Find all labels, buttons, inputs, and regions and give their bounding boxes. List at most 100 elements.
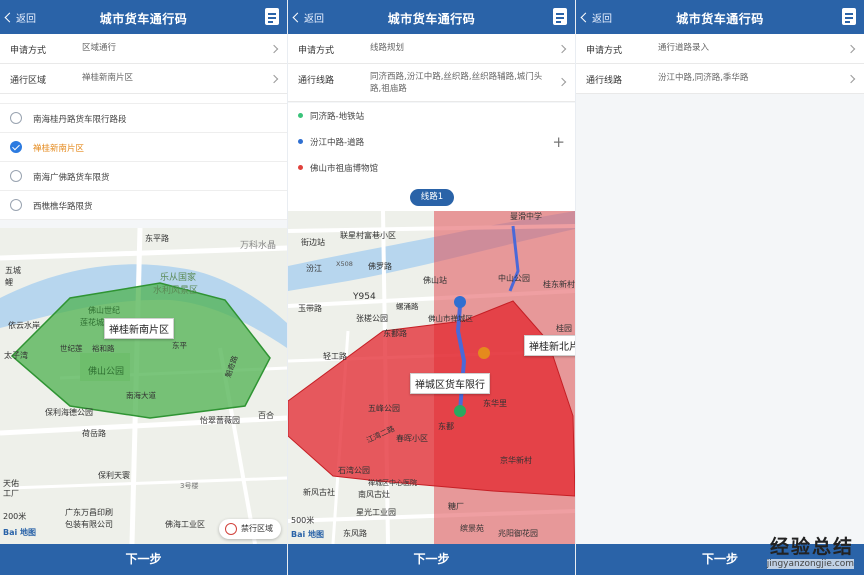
zone-option[interactable]: 西樵樵华路限货	[0, 191, 287, 220]
page-title: 城市货车通行码	[99, 12, 188, 26]
next-button[interactable]: 下一步	[0, 544, 287, 575]
map-label: 兆阳御花园	[498, 528, 538, 538]
radio-icon	[10, 170, 22, 182]
map-view[interactable]: 街边站 联星村富巷小区 曼滑中学 X508 佛罗路 汾江 中山公园 佛山站 Y9…	[288, 211, 575, 544]
apply-method-row[interactable]: 申请方式 区域通行	[0, 34, 287, 64]
zone-option[interactable]: 禅桂新南片区	[0, 133, 287, 162]
chevron-right-icon	[269, 44, 279, 54]
map-label: 工厂	[3, 489, 19, 498]
route-stop[interactable]: 同济路-地铁站	[288, 103, 575, 129]
map-label: 桂东新村	[543, 279, 575, 289]
route-stop[interactable]: 佛山市祖庙博物馆	[288, 155, 575, 181]
screen-road-entry: 返回 城市货车通行码 申请方式 通行道路录入 通行线路 汾江中路,同济路,季华路…	[576, 0, 864, 575]
map-label: 佛山站	[423, 275, 447, 285]
watermark-title: 经验总结	[769, 536, 854, 558]
chevron-right-icon	[269, 74, 279, 84]
option-label: 南海桂丹路货车限行路段	[33, 115, 127, 125]
zone-value: 禅桂新南片区	[82, 73, 134, 83]
stop-label: 佛山市祖庙博物馆	[310, 164, 379, 174]
screen-route-planning: 返回 城市货车通行码 申请方式 线路规划 通行线路 同济西路,汾江中路,丝织路,…	[288, 0, 575, 575]
route-stop[interactable]: 汾江中路-道路 +	[288, 129, 575, 155]
map-scale: 200米	[3, 512, 27, 521]
document-icon[interactable]	[842, 8, 856, 25]
map-label: 佛山市禅城区	[428, 313, 473, 323]
map-label: 水利风景区	[153, 284, 198, 296]
apply-method-row[interactable]: 申请方式 通行道路录入	[576, 34, 864, 64]
map-label: 鲤	[5, 277, 13, 287]
map-label: 广东万昌印刷	[65, 507, 113, 517]
map-label: 星光工业园	[356, 507, 396, 517]
zone-label: 通行区域	[10, 76, 47, 86]
route-label: 通行线路	[586, 76, 623, 86]
route-tab[interactable]: 线路1	[410, 189, 454, 206]
map-view[interactable]: 东平路 万科水晶 乐从国家 水利风景区 佛山世纪 莲花城市 依云水岸 世纪莲 裕…	[0, 228, 287, 544]
add-stop-icon[interactable]: +	[552, 133, 565, 151]
baidu-logo: Bai 地图	[3, 528, 37, 537]
watermark: 经验总结 jingyanzongjie.com	[766, 532, 854, 569]
next-button[interactable]: 下一步	[288, 544, 575, 575]
map-label: 3号楼	[180, 481, 198, 490]
chevron-right-icon	[557, 77, 567, 87]
zone-row[interactable]: 通行区域 禅桂新南片区	[0, 64, 287, 94]
map-label: 佛海工业区	[165, 519, 205, 529]
map-canvas[interactable]: 东平路 万科水晶 乐从国家 水利风景区 佛山世纪 莲花城市 依云水岸 世纪莲 裕…	[0, 228, 287, 544]
zone-option[interactable]: 南海桂丹路货车限行路段	[0, 104, 287, 133]
no-entry-icon	[225, 523, 237, 535]
map-label: 石湾公园	[338, 465, 370, 475]
map-label: 曼滑中学	[510, 211, 542, 221]
apply-method-row[interactable]: 申请方式 线路规划	[288, 34, 575, 64]
document-icon[interactable]	[265, 8, 279, 25]
map-label: 街边站	[301, 237, 325, 247]
nav-bar: 返回 城市货车通行码	[0, 0, 287, 34]
map-label: 五峰公园	[368, 403, 400, 413]
map-label: 东平	[172, 340, 187, 350]
map-label: 万科水晶	[240, 239, 276, 251]
map-label: 新风古社	[303, 487, 335, 497]
watermark-url: jingyanzongjie.com	[766, 559, 854, 569]
map-label: 中山公园	[498, 273, 530, 283]
apply-method-label: 申请方式	[586, 46, 623, 56]
baidu-logo: Bai 地图	[291, 530, 325, 539]
zone-option[interactable]: 南海广佛路货车限货	[0, 162, 287, 191]
restricted-zone-label: 禁行区域	[241, 524, 273, 533]
apply-method-value: 区域通行	[82, 43, 117, 53]
radio-icon	[10, 112, 22, 124]
apply-method-label: 申请方式	[298, 46, 335, 56]
chevron-right-icon	[846, 44, 856, 54]
stop-dot-icon	[298, 113, 303, 118]
screen-zone-selection: 返回 城市货车通行码 申请方式 区域通行 通行区域 禅桂新南片区 南海桂丹路货车…	[0, 0, 287, 575]
option-label: 南海广佛路货车限货	[33, 173, 110, 183]
map-label: 依云水岸	[8, 320, 40, 330]
radio-checked-icon	[10, 141, 22, 153]
map-label: 螺涌路	[396, 301, 419, 311]
map-label: 东鄱	[438, 421, 454, 431]
route-row[interactable]: 通行线路 同济西路,汾江中路,丝织路,丝织路辅路,城门头路,祖庙路	[288, 64, 575, 102]
apply-method-value: 通行道路录入	[658, 43, 710, 53]
zone-callout[interactable]: 禅桂新北片	[524, 335, 575, 356]
chevron-right-icon	[846, 74, 856, 84]
phones-row: 返回 城市货车通行码 申请方式 区域通行 通行区域 禅桂新南片区 南海桂丹路货车…	[0, 0, 864, 575]
document-icon[interactable]	[553, 8, 567, 25]
map-label: 糖厂	[448, 501, 464, 511]
map-label: 桂园	[556, 323, 572, 333]
route-row[interactable]: 通行线路 汾江中路,同济路,季华路	[576, 64, 864, 94]
map-label: 荷岳路	[82, 428, 106, 438]
map-label: 天佑	[3, 478, 19, 488]
option-label: 禅桂新南片区	[33, 144, 85, 154]
restricted-zone-button[interactable]: 禁行区域	[219, 519, 281, 539]
radio-icon	[10, 199, 22, 211]
stop-label: 汾江中路-道路	[310, 138, 365, 148]
map-label: Y954	[352, 292, 376, 302]
map-label: 裕和路	[92, 343, 115, 353]
stop-dot-icon	[298, 165, 303, 170]
zone-callout[interactable]: 禅桂新南片区	[104, 318, 174, 339]
restriction-callout[interactable]: 禅城区货车限行	[410, 373, 490, 394]
map-label: 汾江	[306, 263, 322, 273]
map-label: 佛山公园	[88, 365, 124, 377]
map-label: 保利天寰	[98, 470, 130, 480]
nav-bar: 返回 城市货车通行码	[288, 0, 575, 34]
map-label: 五城	[5, 266, 21, 275]
map-label: 东鄱路	[383, 328, 407, 338]
route-value: 汾江中路,同济路,季华路	[658, 73, 749, 83]
page-title: 城市货车通行码	[676, 12, 764, 26]
